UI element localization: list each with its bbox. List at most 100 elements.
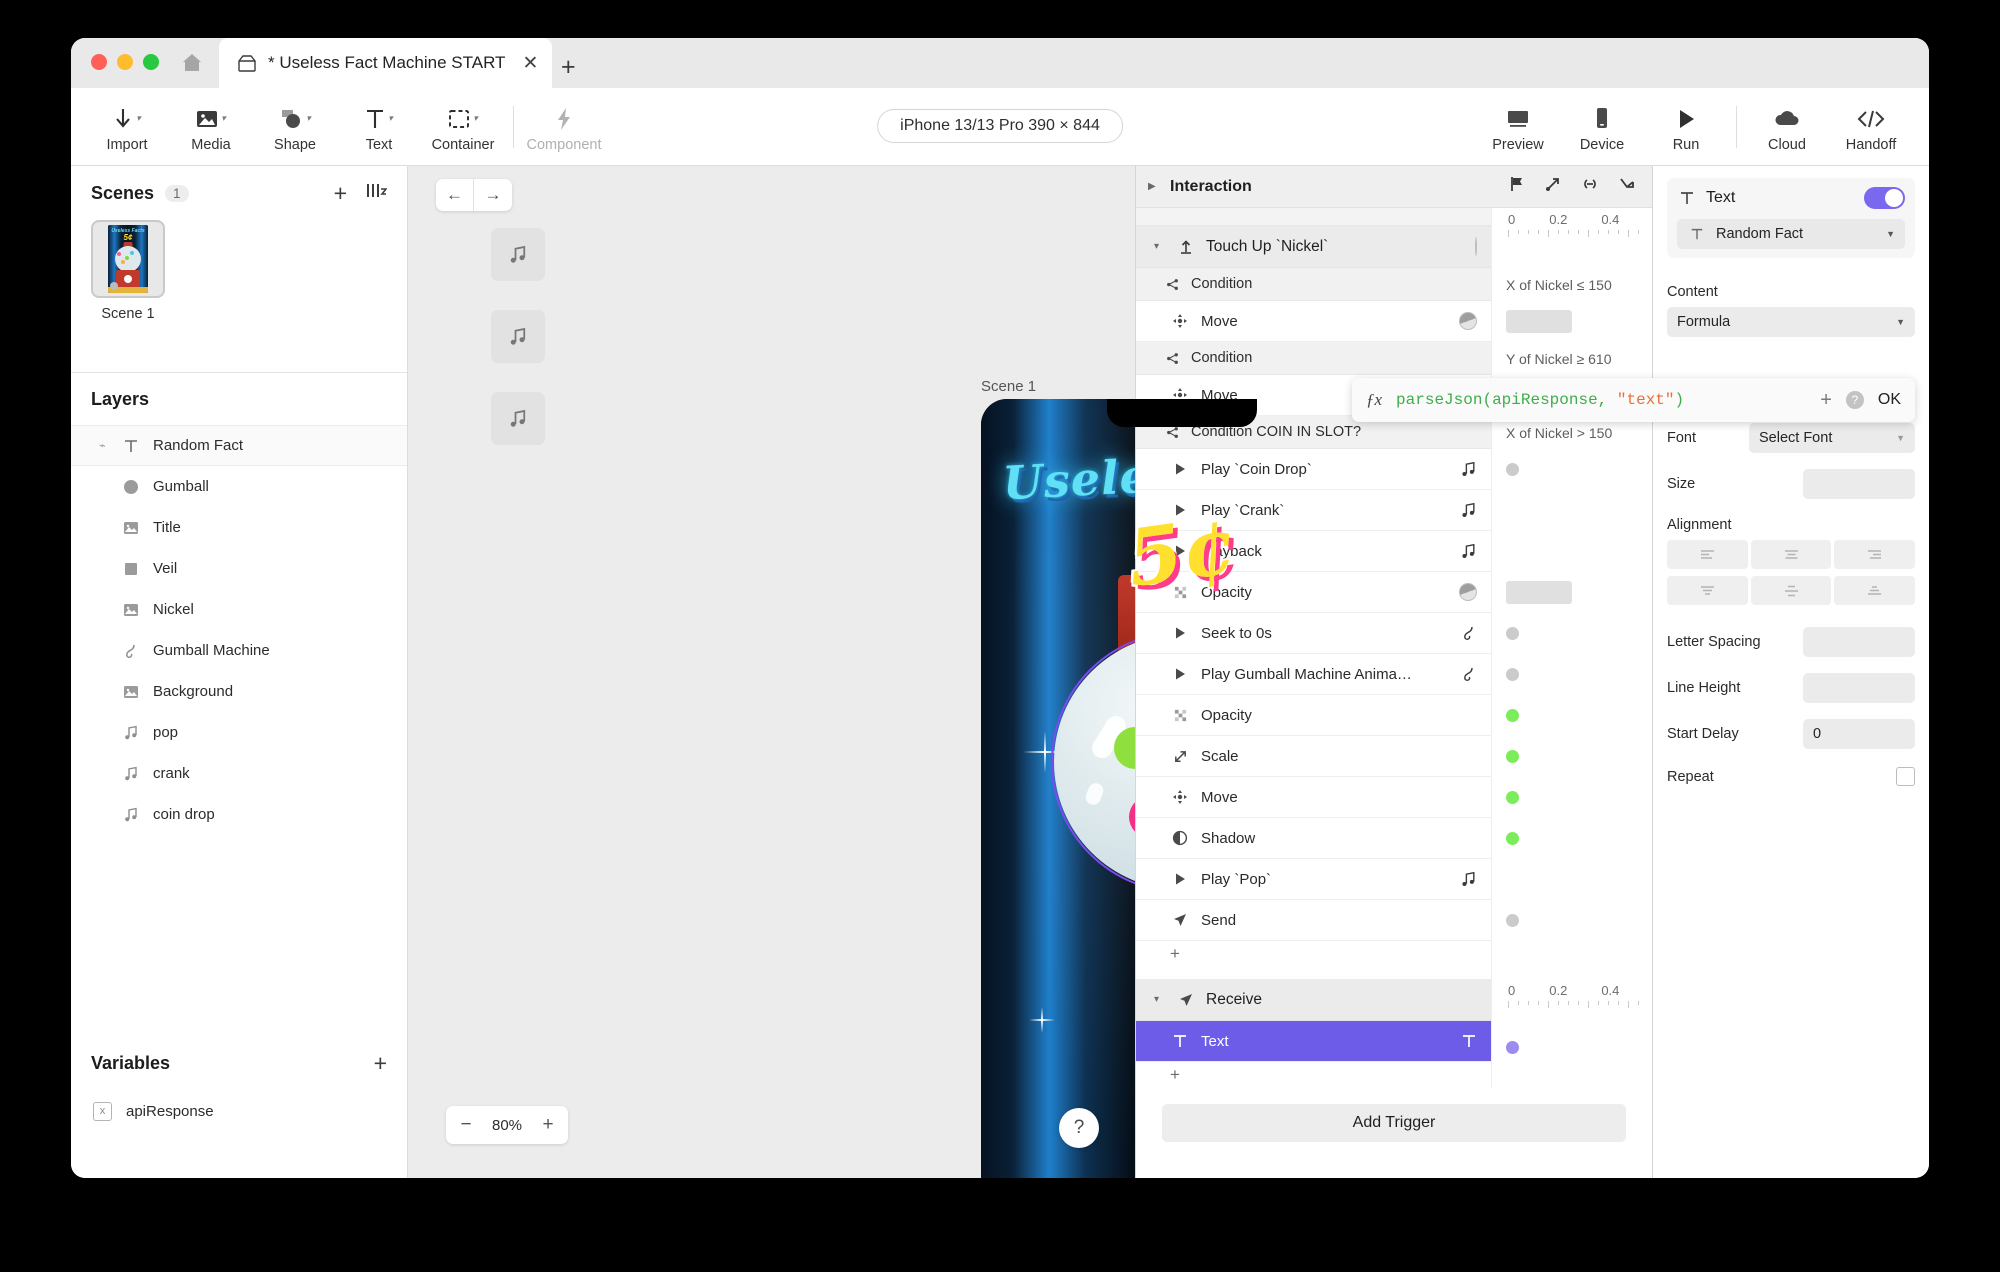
audio-chip[interactable] <box>491 392 545 445</box>
action-row-selected[interactable]: Text <box>1136 1021 1491 1062</box>
content-type-select[interactable]: Formula ▼ <box>1667 307 1915 337</box>
action-row[interactable]: Play `Pop` <box>1136 859 1491 900</box>
layer-row[interactable]: Nickel <box>71 589 407 630</box>
maximize-window-button[interactable] <box>143 54 159 70</box>
formula-help-icon[interactable]: ? <box>1845 391 1864 409</box>
variable-row[interactable]: x apiResponse <box>71 1090 407 1132</box>
action-status-indicator[interactable] <box>1459 583 1477 601</box>
align-bottom-icon[interactable] <box>1834 576 1916 605</box>
layer-row[interactable]: Background <box>71 671 407 712</box>
font-select[interactable]: Select Font ▼ <box>1749 423 1915 453</box>
trigger-label: Touch Up `Nickel` <box>1206 237 1329 255</box>
help-button[interactable]: ? <box>1059 1108 1099 1148</box>
action-row[interactable]: Play `Coin Drop` <box>1136 449 1491 490</box>
toolbar-cloud[interactable]: Cloud <box>1745 101 1829 153</box>
close-tab-button[interactable]: ✕ <box>522 52 538 75</box>
layer-row[interactable]: Veil <box>71 548 407 589</box>
layer-row[interactable]: pop <box>71 712 407 753</box>
align-middle-icon[interactable] <box>1750 576 1832 605</box>
toolbar-component[interactable]: Component <box>522 101 606 153</box>
toolbar-preview[interactable]: Preview <box>1476 101 1560 153</box>
layer-row[interactable]: Title <box>71 507 407 548</box>
action-row[interactable]: Opacity <box>1136 695 1491 736</box>
formula-ok-button[interactable]: OK <box>1878 391 1901 409</box>
toolbar-device[interactable]: Device <box>1560 101 1644 153</box>
layer-row[interactable]: Gumball Machine <box>71 630 407 671</box>
layer-row[interactable]: crank <box>71 753 407 794</box>
layer-row[interactable]: coin drop <box>71 794 407 835</box>
action-row[interactable]: Seek to 0s <box>1136 613 1491 654</box>
start-delay-row: Start Delay 0 <box>1667 719 1915 749</box>
add-scene-button[interactable]: + <box>334 181 347 205</box>
zoom-in-button[interactable]: + <box>533 1114 563 1136</box>
action-row[interactable]: Move <box>1136 777 1491 818</box>
formula-close-paren: ) <box>1674 391 1685 409</box>
scene-item[interactable]: Useless Facts 5¢ Scene 1 <box>91 220 165 322</box>
align-left-icon[interactable] <box>1667 540 1748 569</box>
repeat-checkbox[interactable] <box>1896 767 1915 786</box>
minimize-window-button[interactable] <box>117 54 133 70</box>
action-row[interactable]: Shadow <box>1136 818 1491 859</box>
condition-row[interactable]: Condition <box>1136 268 1491 301</box>
trigger-status-indicator[interactable] <box>1475 236 1477 256</box>
home-icon[interactable] <box>181 52 203 72</box>
document-tab[interactable]: * Useless Fact Machine START ✕ <box>219 38 553 88</box>
formula-text[interactable]: parseJson(apiResponse, "text") <box>1396 391 1806 409</box>
canvas-area[interactable]: ← → Scene 1 Useless 5¢ − 80% + ? <box>408 166 1382 1178</box>
toolbar-import[interactable]: ▾ Import <box>85 101 169 153</box>
enable-toggle[interactable] <box>1864 187 1905 209</box>
line-height-input[interactable] <box>1803 673 1915 703</box>
flag-icon[interactable] <box>1508 175 1526 198</box>
formula-add-button[interactable]: + <box>1820 389 1832 412</box>
add-trigger-button[interactable]: Add Trigger <box>1162 1104 1626 1142</box>
formula-editor[interactable]: ƒx parseJson(apiResponse, "text") + ? OK <box>1352 378 1915 422</box>
chevron-down-icon[interactable]: ▾ <box>1154 241 1164 252</box>
toolbar-handoff[interactable]: Handoff <box>1829 101 1913 153</box>
align-right-icon[interactable] <box>1834 540 1916 569</box>
layer-row[interactable]: ⌁ Random Fact <box>71 425 407 466</box>
start-delay-input[interactable]: 0 <box>1803 719 1915 749</box>
toolbar-media[interactable]: ▾ Media <box>169 101 253 153</box>
target-layer-select[interactable]: Random Fact ▼ <box>1677 219 1905 249</box>
toolbar-run[interactable]: Run <box>1644 101 1728 153</box>
letter-spacing-input[interactable] <box>1803 627 1915 657</box>
value-chip[interactable] <box>1506 581 1572 604</box>
align-top-icon[interactable] <box>1667 576 1748 605</box>
scale-icon <box>1170 746 1190 766</box>
device-selector[interactable]: iPhone 13/13 Pro 390 × 844 <box>877 109 1123 143</box>
toolbar-container[interactable]: ▾ Container <box>421 101 505 153</box>
chevron-down-icon[interactable]: ▾ <box>1154 994 1164 1005</box>
trigger-row[interactable]: ▾ Touch Up `Nickel` <box>1136 226 1491 268</box>
condition-row[interactable]: Condition <box>1136 342 1491 375</box>
arrow-diagonal-icon[interactable] <box>1544 175 1562 198</box>
action-status-indicator[interactable] <box>1459 312 1477 330</box>
zoom-out-button[interactable]: − <box>451 1114 481 1136</box>
chevron-right-icon[interactable]: ▶ <box>1148 181 1158 192</box>
reorder-icon[interactable] <box>365 182 388 205</box>
add-variable-button[interactable]: + <box>374 1051 387 1075</box>
action-row[interactable]: Scale <box>1136 736 1491 777</box>
close-window-button[interactable] <box>91 54 107 70</box>
align-center-icon[interactable] <box>1750 540 1832 569</box>
add-action-button[interactable]: + <box>1136 941 1491 967</box>
toolbar-text[interactable]: ▾ Text <box>337 101 421 153</box>
layer-row[interactable]: Gumball <box>71 466 407 507</box>
link-icon[interactable] <box>1580 175 1600 198</box>
audio-chip[interactable] <box>491 228 545 281</box>
condition-label: Condition <box>1191 276 1253 292</box>
nav-forward-button[interactable]: → <box>474 179 512 211</box>
add-receive-action-button[interactable]: + <box>1136 1062 1491 1088</box>
action-row[interactable]: Send <box>1136 900 1491 941</box>
toolbar-shape[interactable]: ▾ Shape <box>253 101 337 153</box>
collapse-icon[interactable] <box>1618 175 1636 198</box>
size-input[interactable] <box>1803 469 1915 499</box>
value-chip[interactable] <box>1506 310 1572 333</box>
new-tab-button[interactable]: + <box>561 53 576 82</box>
audio-chip[interactable] <box>491 310 545 363</box>
zoom-level[interactable]: 80% <box>481 1117 533 1134</box>
scene-thumbnail[interactable]: Useless Facts 5¢ <box>91 220 165 298</box>
nav-back-button[interactable]: ← <box>436 179 474 211</box>
receive-trigger-row[interactable]: ▾ Receive <box>1136 979 1491 1021</box>
action-row[interactable]: Move <box>1136 301 1491 342</box>
action-row[interactable]: Play Gumball Machine Anima… <box>1136 654 1491 695</box>
